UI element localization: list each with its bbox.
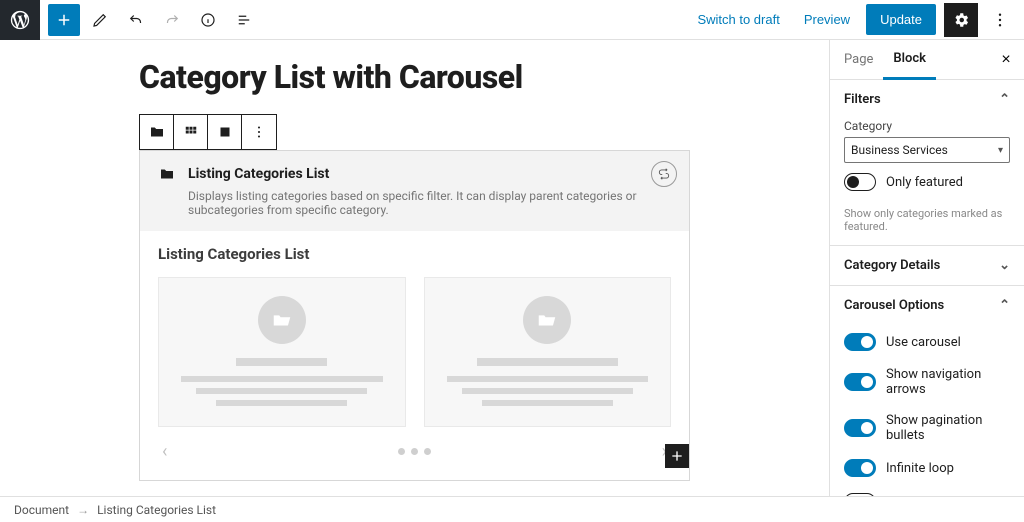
preview-title: Listing Categories List: [158, 245, 671, 263]
undo-button[interactable]: [120, 4, 152, 36]
category-select[interactable]: Business Services▾: [844, 137, 1010, 163]
use-carousel-toggle[interactable]: [844, 333, 876, 351]
panel-category-details-header[interactable]: Category Details⌄: [830, 246, 1024, 285]
panel-carousel-header[interactable]: Carousel Options⌃: [830, 286, 1024, 325]
wordpress-logo[interactable]: [0, 0, 40, 40]
redo-button: [156, 4, 188, 36]
chevron-up-icon: ⌃: [999, 92, 1010, 107]
chevron-down-icon: ▾: [998, 145, 1003, 156]
only-featured-label: Only featured: [886, 175, 963, 190]
loop-icon[interactable]: [651, 161, 677, 187]
listing-categories-block[interactable]: Listing Categories List Displays listing…: [139, 150, 690, 481]
nav-arrows-toggle[interactable]: [844, 373, 876, 391]
square-icon[interactable]: [208, 115, 242, 149]
settings-sidebar: Page Block × Filters⌃ Category Business …: [829, 40, 1024, 496]
only-featured-toggle[interactable]: [844, 173, 876, 191]
folder-icon: [158, 165, 176, 183]
switch-to-draft-button[interactable]: Switch to draft: [689, 6, 787, 33]
block-header: Listing Categories List Displays listing…: [140, 151, 689, 231]
chevron-right-icon: →: [77, 503, 89, 517]
close-sidebar-button[interactable]: ×: [992, 46, 1020, 74]
preview-button[interactable]: Preview: [796, 6, 858, 33]
breadcrumb-leaf[interactable]: Listing Categories List: [97, 503, 216, 517]
block-name: Listing Categories List: [188, 166, 329, 182]
info-icon[interactable]: [192, 4, 224, 36]
editor-canvas: Category List with Carousel Listing Cate…: [0, 40, 829, 496]
tab-page[interactable]: Page: [834, 40, 883, 80]
block-description: Displays listing categories based on spe…: [188, 189, 671, 217]
page-title[interactable]: Category List with Carousel: [139, 58, 829, 96]
folder-open-icon: [271, 309, 293, 331]
panel-filters-header[interactable]: Filters⌃: [830, 80, 1024, 119]
category-label: Category: [844, 119, 1010, 133]
edit-icon[interactable]: [84, 4, 116, 36]
only-featured-help: Show only categories marked as featured.: [830, 205, 1024, 245]
chevron-down-icon: ⌄: [999, 258, 1010, 273]
more-options-button[interactable]: [986, 3, 1014, 37]
block-toolbar: [139, 114, 277, 150]
category-card-placeholder: [158, 277, 406, 427]
chevron-up-icon: ⌃: [999, 298, 1010, 313]
folder-icon[interactable]: [140, 115, 174, 149]
outline-icon[interactable]: [228, 4, 260, 36]
update-button[interactable]: Update: [866, 4, 936, 35]
settings-button[interactable]: [944, 3, 978, 37]
carousel-prev-arrow[interactable]: ‹: [162, 441, 167, 462]
tab-block[interactable]: Block: [883, 40, 936, 80]
auto-height-toggle[interactable]: [844, 493, 876, 496]
top-toolbar: Switch to draft Preview Update: [0, 0, 1024, 40]
insert-block-button[interactable]: [665, 444, 689, 468]
pagination-toggle[interactable]: [844, 419, 876, 437]
block-more-icon[interactable]: [242, 115, 276, 149]
add-block-button[interactable]: [48, 4, 80, 36]
category-card-placeholder: [424, 277, 672, 427]
breadcrumb-root[interactable]: Document: [14, 503, 69, 517]
infinite-loop-toggle[interactable]: [844, 459, 876, 477]
carousel-bullets[interactable]: [398, 448, 431, 455]
folder-open-icon: [536, 309, 558, 331]
grid-icon[interactable]: [174, 115, 208, 149]
breadcrumb: Document → Listing Categories List: [0, 496, 1024, 522]
